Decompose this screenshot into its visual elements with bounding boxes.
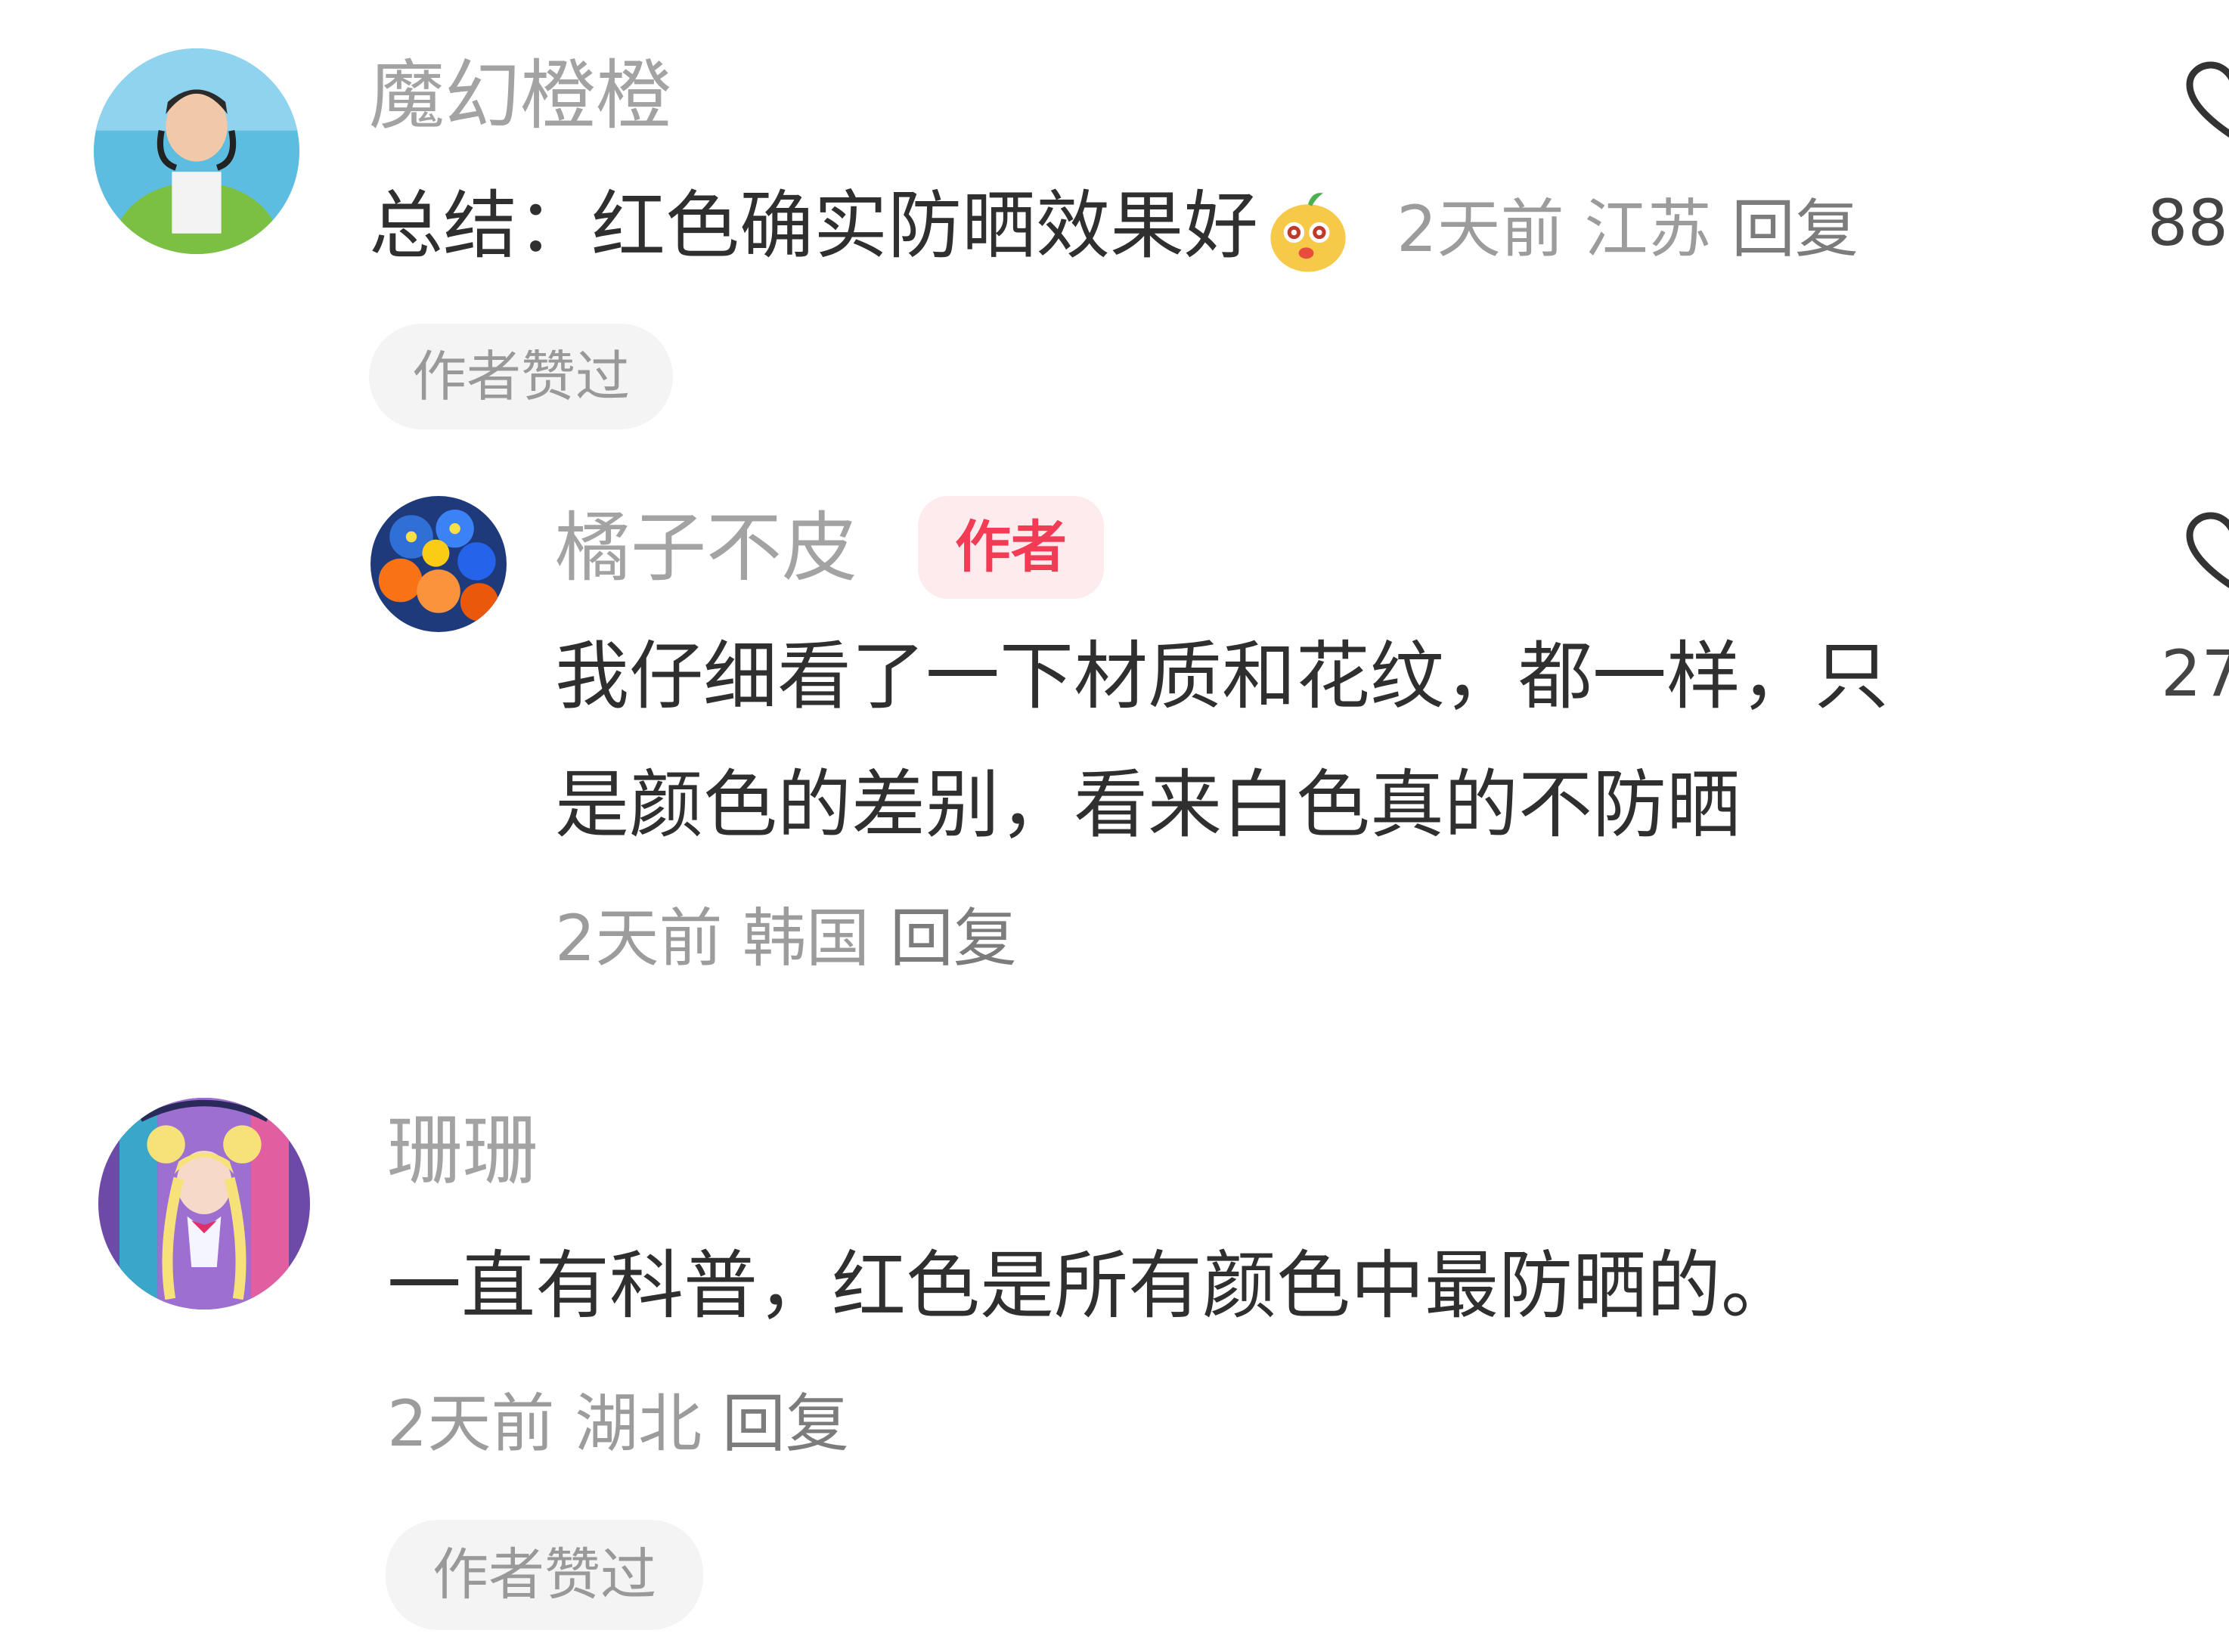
username[interactable]: 橘子不皮 — [555, 499, 857, 597]
username[interactable]: 珊珊 — [387, 1102, 538, 1201]
comment-text: 一直有科普，红色是所有颜色中最防晒的。 — [387, 1243, 1796, 1329]
reply-location: 韩国 — [742, 901, 870, 975]
comment-time: 2天前 — [387, 1387, 555, 1461]
author-liked-tag: 作者赞过 — [369, 324, 673, 429]
reply-button[interactable]: 回复 — [890, 901, 1017, 975]
author-badge: 作者 — [918, 496, 1104, 599]
like-count: 88 — [2147, 186, 2228, 260]
comment-text: 总结：红色确实防晒效果好 2天前 江苏 回复 — [369, 177, 1859, 278]
reply-time: 2天前 — [555, 901, 723, 975]
username[interactable]: 魔幻橙橙 — [369, 47, 671, 145]
heart-icon[interactable] — [2184, 60, 2229, 144]
heart-icon[interactable] — [2184, 511, 2229, 594]
orange-face-emoji-icon — [1261, 184, 1355, 277]
like-count: 27 — [2161, 637, 2229, 711]
reply-button[interactable]: 回复 — [1731, 192, 1859, 266]
comment-body: 总结：红色确实防晒效果好 — [369, 183, 1259, 269]
avatar[interactable] — [94, 48, 299, 254]
comment-meta: 2天前 湖北 回复 — [387, 1375, 849, 1473]
comment-time: 2天前 — [1397, 192, 1564, 266]
avatar[interactable] — [370, 496, 507, 632]
comment-location: 湖北 — [575, 1387, 702, 1461]
comment-location: 江苏 — [1584, 192, 1712, 266]
reply-text-line-1: 我仔细看了一下材质和花纹，都一样，只 — [555, 634, 1890, 720]
reply-button[interactable]: 回复 — [722, 1387, 849, 1461]
author-liked-tag: 作者赞过 — [386, 1520, 703, 1630]
reply-meta: 2天前 韩国 回复 — [555, 889, 1017, 987]
reply-text-line-2: 是颜色的差别，看来白色真的不防晒 — [555, 762, 1741, 848]
avatar[interactable] — [98, 1098, 310, 1310]
